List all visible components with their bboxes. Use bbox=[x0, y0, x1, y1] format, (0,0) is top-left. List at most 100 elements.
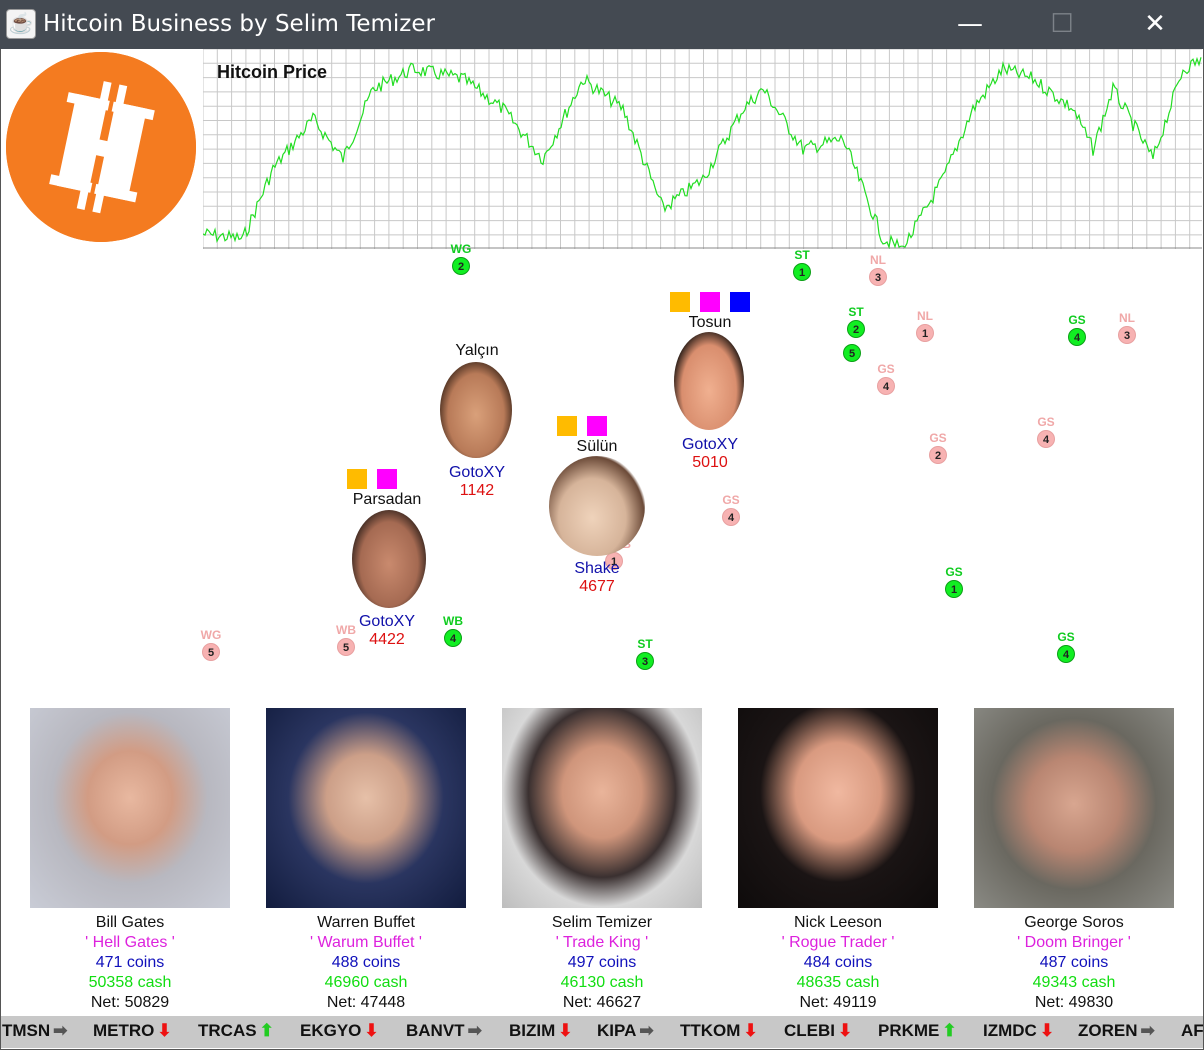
ticker-item: PRKME ⬆ bbox=[878, 1021, 957, 1040]
player-photo bbox=[266, 708, 466, 908]
player-cash: 50358 cash bbox=[88, 974, 172, 991]
agent-action: GotoXY bbox=[681, 436, 739, 453]
player-photo bbox=[30, 708, 230, 908]
arrow-down-icon: ⬇ bbox=[1039, 1021, 1055, 1040]
player-name: Selim Temizer bbox=[551, 914, 653, 931]
arrow-down-icon: ⬇ bbox=[743, 1021, 758, 1040]
agent-name: Tosun bbox=[688, 314, 732, 331]
player-name: George Soros bbox=[1024, 914, 1124, 931]
marker-label: ST bbox=[848, 305, 864, 319]
marker-dot: 1 bbox=[916, 324, 934, 342]
marker-dot: 1 bbox=[945, 580, 963, 598]
player-nickname: ' Doom Bringer ' bbox=[1017, 934, 1131, 951]
marker-label: WG bbox=[450, 242, 472, 256]
agent-face bbox=[440, 362, 512, 458]
agent-item-square bbox=[377, 469, 397, 489]
player-net: Net: 49830 bbox=[1034, 994, 1114, 1011]
player-card-selim-temizer: Selim Temizer ' Trade King ' 497 coins 4… bbox=[502, 708, 702, 1013]
ticker-item: KIPA ➡ bbox=[597, 1021, 654, 1040]
agent-face bbox=[674, 332, 744, 430]
ticker-item: ZOREN ➡ bbox=[1078, 1021, 1155, 1040]
player-card-nick-leeson: Nick Leeson ' Rogue Trader ' 484 coins 4… bbox=[738, 708, 938, 1013]
arrow-down-icon: ⬇ bbox=[364, 1021, 379, 1040]
player-card-george-soros: George Soros ' Doom Bringer ' 487 coins … bbox=[974, 708, 1174, 1013]
player-card-bill-gates: Bill Gates ' Hell Gates ' 471 coins 5035… bbox=[30, 708, 230, 1013]
player-nickname: ' Hell Gates ' bbox=[85, 934, 175, 951]
arrow-right-icon: ➡ bbox=[639, 1021, 654, 1040]
marker-label: GS bbox=[1037, 415, 1055, 429]
ticker-item: EKGYO ⬇ bbox=[300, 1021, 379, 1040]
ticker-item: TMSN ➡ bbox=[2, 1021, 68, 1040]
marker-label: ST bbox=[637, 637, 653, 651]
marker-dot: 1 bbox=[793, 263, 811, 281]
arrow-down-icon: ⬇ bbox=[558, 1021, 573, 1040]
stock-ticker: TMSN ➡ METRO ⬇ TRCAS ⬆ EKGYO ⬇ BANVT ➡ BIZIM ⬇… bbox=[1, 1016, 1203, 1048]
agent-face bbox=[352, 510, 426, 608]
marker-dot: 4 bbox=[722, 508, 740, 526]
agent-action: Shake bbox=[574, 560, 620, 577]
marker-label: WG bbox=[200, 628, 222, 642]
marker-label: GS bbox=[722, 493, 740, 507]
player-cash: 49343 cash bbox=[1032, 974, 1116, 991]
marker-dot: 5 bbox=[202, 643, 220, 661]
marker-dot: 2 bbox=[847, 320, 865, 338]
player-coins: 484 coins bbox=[803, 954, 873, 971]
player-cash: 46960 cash bbox=[324, 974, 408, 991]
agent-item-square bbox=[700, 292, 720, 312]
player-net: Net: 49119 bbox=[799, 994, 877, 1011]
player-net: Net: 47448 bbox=[326, 994, 406, 1011]
player-photo bbox=[974, 708, 1174, 908]
player-card-warren-buffet: Warren Buffet ' Warum Buffet ' 488 coins… bbox=[266, 708, 466, 1013]
player-cash: 46130 cash bbox=[560, 974, 644, 991]
marker-dot: 4 bbox=[1068, 328, 1086, 346]
marker-dot: 3 bbox=[1118, 326, 1136, 344]
ticker-item: METRO ⬇ bbox=[93, 1021, 172, 1040]
ticker-item: BANVT ➡ bbox=[406, 1021, 482, 1040]
player-coins: 497 coins bbox=[567, 954, 637, 971]
agent-item-square bbox=[670, 292, 690, 312]
agent-money: 4677 bbox=[579, 578, 615, 595]
arrow-right-icon: ➡ bbox=[53, 1021, 68, 1040]
player-net: Net: 50829 bbox=[90, 994, 170, 1011]
marker-label: GS bbox=[945, 565, 963, 579]
agent-name: Yalçın bbox=[455, 342, 499, 359]
marker-dot: 3 bbox=[636, 652, 654, 670]
player-name: Warren Buffet bbox=[317, 914, 415, 931]
arrow-up-icon: ⬆ bbox=[942, 1021, 957, 1040]
agent-item-square bbox=[347, 469, 367, 489]
player-cash: 48635 cash bbox=[796, 974, 880, 991]
player-nickname: ' Rogue Trader ' bbox=[781, 934, 895, 951]
agent-face bbox=[549, 456, 645, 556]
agent-action: GotoXY bbox=[448, 464, 506, 481]
agent-name: Parsadan bbox=[352, 491, 422, 508]
ticker-item: AF bbox=[1181, 1021, 1203, 1040]
ticker-item: TRCAS ⬆ bbox=[198, 1021, 274, 1040]
marker-dot: 2 bbox=[929, 446, 947, 464]
arrow-right-icon: ➡ bbox=[1140, 1021, 1155, 1040]
agent-name: Sülün bbox=[576, 438, 618, 455]
marker-label: NL bbox=[870, 253, 886, 267]
arrow-right-icon: ➡ bbox=[467, 1021, 482, 1040]
marker-label: GS bbox=[1068, 313, 1086, 327]
agent-money: 4422 bbox=[369, 631, 405, 648]
marker-dot: 4 bbox=[1057, 645, 1075, 663]
ticker-item: BIZIM ⬇ bbox=[509, 1021, 573, 1040]
agent-action: GotoXY bbox=[358, 613, 416, 630]
marker-label: GS bbox=[877, 362, 895, 376]
arrow-up-icon: ⬆ bbox=[259, 1021, 274, 1040]
player-name: Nick Leeson bbox=[793, 914, 883, 931]
ticker-item: CLEBI ⬇ bbox=[784, 1021, 853, 1040]
player-nickname: ' Trade King ' bbox=[555, 934, 649, 951]
marker-dot: 5 bbox=[843, 344, 861, 362]
arrow-down-icon: ⬇ bbox=[838, 1021, 853, 1040]
player-coins: 471 coins bbox=[95, 954, 165, 971]
player-photo bbox=[738, 708, 938, 908]
marker-dot: 4 bbox=[877, 377, 895, 395]
player-coins: 488 coins bbox=[331, 954, 401, 971]
marker-dot: 4 bbox=[1037, 430, 1055, 448]
ticker-item: TTKOM ⬇ bbox=[680, 1021, 758, 1040]
agent-item-square bbox=[587, 416, 607, 436]
agent-item-square bbox=[730, 292, 750, 312]
marker-label: GS bbox=[929, 431, 947, 445]
player-net: Net: 46627 bbox=[562, 994, 642, 1011]
